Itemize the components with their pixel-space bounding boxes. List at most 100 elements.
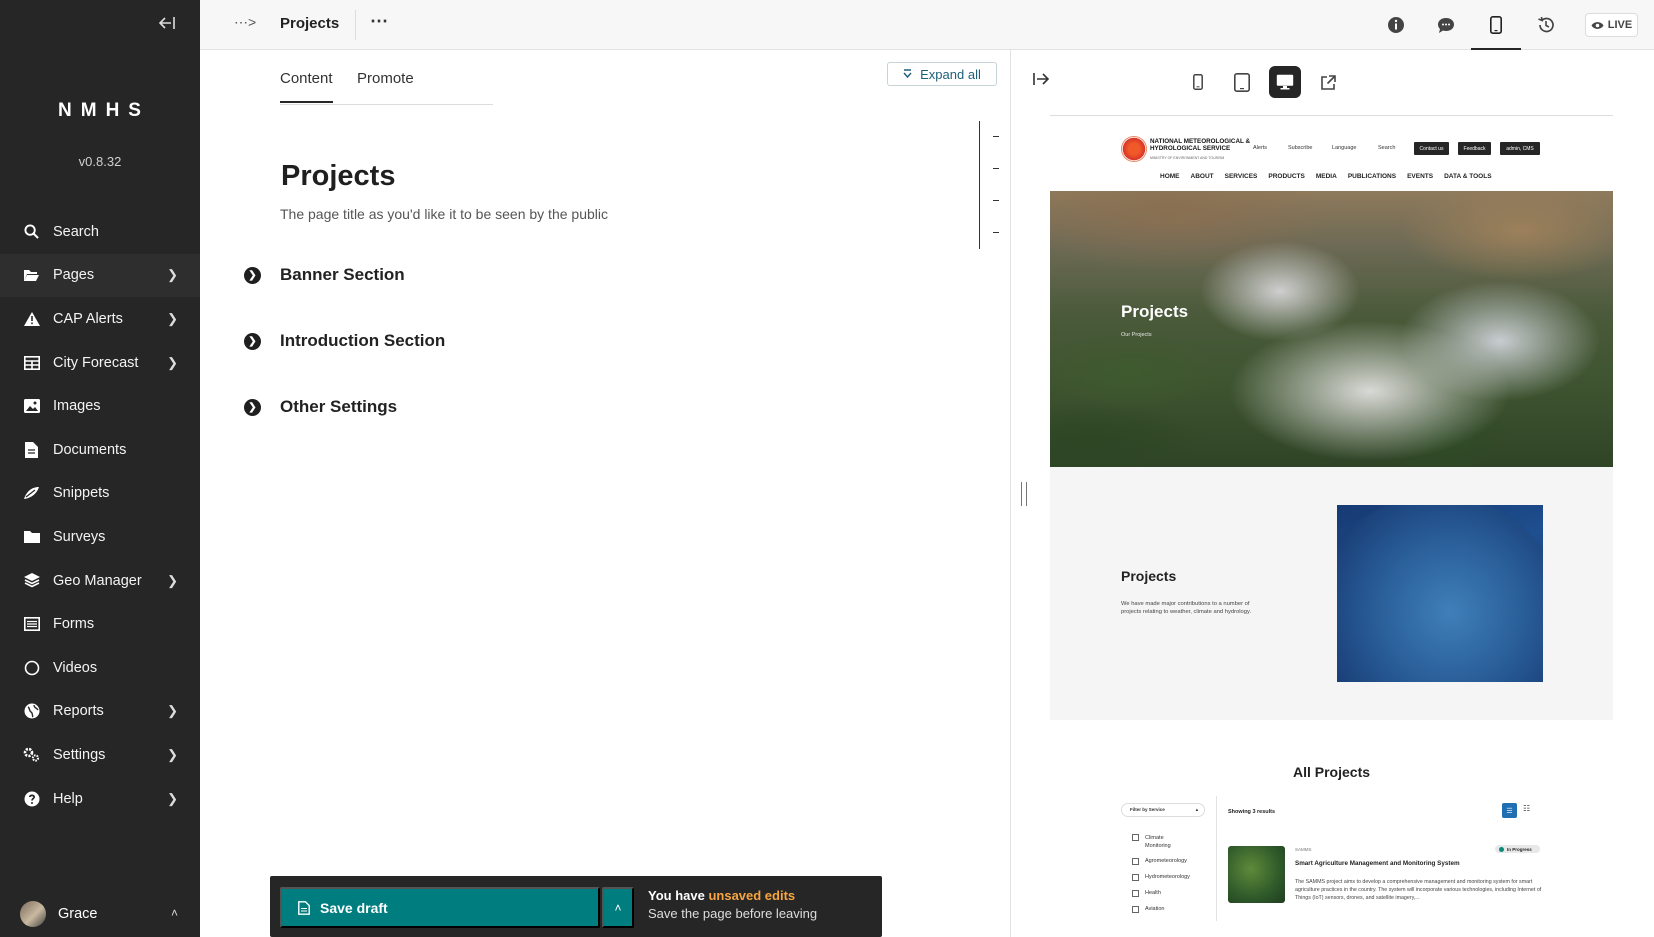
- sidebar-item-settings[interactable]: Settings ❯: [0, 733, 200, 777]
- sidebar-item-videos[interactable]: Videos: [0, 646, 200, 690]
- site-nav-item[interactable]: ABOUT: [1191, 173, 1214, 180]
- sidebar-item-help[interactable]: Help ❯: [0, 777, 200, 821]
- sidebar-item-reports[interactable]: Reports ❯: [0, 690, 200, 734]
- more-save-options-button[interactable]: ˄: [602, 887, 634, 928]
- sidebar-nav: Search Pages ❯ CAP Alerts ❯ City Forecas…: [0, 210, 200, 820]
- editor-tabs: Content Promote: [280, 50, 493, 105]
- sidebar-item-surveys[interactable]: Surveys: [0, 515, 200, 559]
- section-banner[interactable]: ❯ Banner Section: [244, 260, 405, 290]
- checkbox[interactable]: [1132, 890, 1139, 897]
- user-menu[interactable]: Grace ˄: [0, 891, 200, 937]
- filter-divider: [1216, 796, 1217, 921]
- status-badge: In Progress: [1495, 845, 1540, 853]
- live-status-button[interactable]: LIVE: [1585, 13, 1638, 37]
- grid-view-icon[interactable]: ☷: [1523, 804, 1530, 813]
- filter-option[interactable]: Hydrometeorology: [1132, 874, 1190, 881]
- section-introduction[interactable]: ❯ Introduction Section: [244, 326, 445, 356]
- site-logo-icon[interactable]: [1121, 136, 1147, 162]
- sidebar-item-cap-alerts[interactable]: CAP Alerts ❯: [0, 297, 200, 341]
- close-preview-icon[interactable]: [1033, 72, 1051, 90]
- version-label: v0.8.32: [78, 154, 122, 169]
- filter-dropdown[interactable]: Filter by Service ▴: [1121, 803, 1205, 817]
- filter-option[interactable]: Agrometeorology: [1132, 858, 1187, 865]
- list-view-icon[interactable]: ☰: [1502, 803, 1517, 818]
- expand-all-label: Expand all: [920, 66, 981, 82]
- expand-all-button[interactable]: Expand all: [887, 62, 997, 86]
- hero-breadcrumb[interactable]: Our Projects: [1121, 332, 1152, 338]
- site-nav-item[interactable]: HOME: [1160, 173, 1180, 180]
- site-name[interactable]: NATIONAL METEOROLOGICAL & HYDROLOGICAL S…: [1150, 138, 1270, 152]
- admin-cms-button[interactable]: admin, CMS: [1500, 142, 1540, 155]
- tablet-device-icon[interactable]: [1226, 66, 1258, 98]
- more-actions-icon[interactable]: ⋯: [370, 11, 388, 32]
- tab-promote[interactable]: Promote: [357, 70, 414, 101]
- history-icon[interactable]: [1533, 12, 1559, 38]
- contact-us-button[interactable]: Contact us: [1414, 142, 1449, 155]
- minimap[interactable]: [979, 121, 1001, 249]
- chevron-right-icon: ❯: [167, 310, 178, 326]
- chevron-right-icon: ❯: [244, 332, 261, 350]
- filter-option[interactable]: Aviation: [1132, 906, 1164, 913]
- panel-divider: [1010, 50, 1011, 937]
- sidebar-item-search[interactable]: Search: [0, 210, 200, 254]
- util-link-subscribe[interactable]: Subscribe: [1288, 145, 1312, 151]
- filter-option-label: Climate Monitoring: [1145, 835, 1171, 849]
- all-projects-heading: All Projects: [1292, 764, 1371, 780]
- sidebar-item-snippets[interactable]: Snippets: [0, 472, 200, 516]
- eye-icon: [1591, 21, 1604, 29]
- checkbox[interactable]: [1132, 858, 1139, 865]
- page-title-field[interactable]: Projects: [281, 160, 395, 193]
- desktop-device-icon[interactable]: [1269, 66, 1301, 98]
- page-title: Projects: [280, 15, 340, 32]
- sidebar-item-documents[interactable]: Documents: [0, 428, 200, 472]
- checkbox[interactable]: [1132, 906, 1139, 913]
- site-header: NATIONAL METEOROLOGICAL & HYDROLOGICAL S…: [1050, 116, 1613, 191]
- sidebar-item-images[interactable]: Images: [0, 384, 200, 428]
- resize-handle[interactable]: [1021, 482, 1027, 506]
- save-draft-label: Save draft: [320, 899, 388, 916]
- project-tag: SAMMS: [1295, 847, 1312, 852]
- checkbox[interactable]: [1132, 834, 1139, 841]
- comments-icon[interactable]: [1433, 12, 1459, 38]
- util-link-search[interactable]: Search: [1378, 145, 1395, 151]
- project-title[interactable]: Smart Agriculture Management and Monitor…: [1295, 860, 1460, 867]
- live-label: LIVE: [1607, 19, 1633, 31]
- sidebar: NMHS v0.8.32 Search Pages ❯ CAP Alerts ❯…: [0, 0, 200, 937]
- feedback-button[interactable]: Feedback: [1458, 142, 1491, 155]
- tab-content[interactable]: Content: [280, 70, 333, 103]
- site-logo[interactable]: NMHS: [0, 100, 200, 122]
- site-nav-item[interactable]: PRODUCTS: [1268, 173, 1304, 180]
- sidebar-item-city-forecast[interactable]: City Forecast ❯: [0, 341, 200, 385]
- intro-title: Projects: [1121, 568, 1177, 584]
- sidebar-item-forms[interactable]: Forms: [0, 602, 200, 646]
- sidebar-item-label: CAP Alerts: [53, 310, 123, 327]
- site-nav-item[interactable]: MEDIA: [1316, 173, 1337, 180]
- site-nav-item[interactable]: PUBLICATIONS: [1348, 173, 1396, 180]
- site-nav-item[interactable]: EVENTS: [1407, 173, 1433, 180]
- section-other-settings[interactable]: ❯ Other Settings: [244, 392, 397, 422]
- checkbox[interactable]: [1132, 874, 1139, 881]
- chevron-right-icon: ❯: [244, 398, 261, 416]
- save-draft-button[interactable]: Save draft: [280, 887, 600, 928]
- collapse-sidebar-icon[interactable]: [155, 16, 179, 38]
- sidebar-item-label: Forms: [53, 616, 95, 633]
- sidebar-item-label: Help: [53, 790, 83, 807]
- filter-option[interactable]: Health: [1132, 890, 1161, 897]
- circle-icon: [23, 659, 40, 676]
- site-nav-item[interactable]: DATA & TOOLS: [1444, 173, 1491, 180]
- sidebar-item-geo-manager[interactable]: Geo Manager ❯: [0, 559, 200, 603]
- sidebar-item-pages[interactable]: Pages ❯: [0, 253, 200, 298]
- filter-option[interactable]: Climate Monitoring: [1132, 834, 1185, 850]
- mobile-device-icon[interactable]: [1182, 66, 1214, 98]
- site-nav-item[interactable]: SERVICES: [1225, 173, 1258, 180]
- util-link-language[interactable]: Language: [1332, 145, 1356, 151]
- open-external-icon[interactable]: [1312, 66, 1344, 98]
- live-preview[interactable]: NATIONAL METEOROLOGICAL & HYDROLOGICAL S…: [1050, 115, 1613, 921]
- info-icon[interactable]: [1383, 12, 1409, 38]
- sidebar-item-label: Settings: [53, 746, 106, 763]
- sidebar-item-label: City Forecast: [53, 354, 139, 371]
- mobile-preview-icon[interactable]: [1471, 12, 1521, 50]
- project-thumbnail[interactable]: [1228, 846, 1285, 903]
- breadcrumb-toggle-icon[interactable]: ⋯>: [234, 14, 256, 31]
- util-link-alerts[interactable]: Alerts: [1253, 145, 1267, 151]
